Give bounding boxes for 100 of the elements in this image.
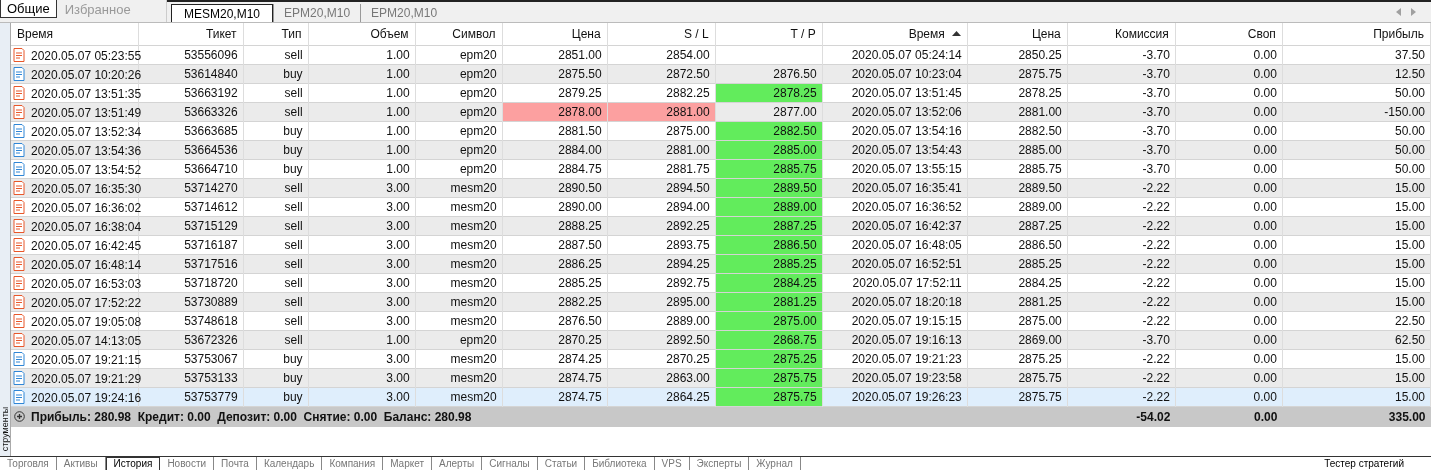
table-cell: 1.00 — [386, 333, 410, 347]
table-cell: -3.70 — [1142, 162, 1170, 176]
table-cell: 2878.25 — [773, 86, 817, 100]
table-cell: 2887.50 — [558, 238, 602, 252]
table-cell: 2020.05.07 19:21:23 — [851, 352, 962, 366]
strategy-tester-tab[interactable]: Тестер стратегий — [1317, 457, 1411, 470]
table-cell: 2020.05.07 19:21:29 — [31, 371, 142, 386]
column-header[interactable]: Комиссия — [1067, 23, 1176, 46]
column-header[interactable]: Цена — [967, 23, 1068, 46]
table-cell: 50.00 — [1394, 162, 1425, 176]
bottom-tab[interactable]: Алерты — [432, 457, 483, 470]
table-row[interactable]: 2020.05.07 16:48:14 53717516 sell 3.00 mesm20 2886.25 2894.25 2885.25 2020.05.07 16:52:51 2885.25 -2.22 0.00 15.00 — [11, 254, 1431, 274]
table-cell: -2.22 — [1142, 295, 1170, 309]
document-icon — [13, 294, 25, 309]
panel-tab[interactable]: Общие — [0, 0, 57, 18]
table-cell: mesm20 — [450, 238, 497, 252]
table-cell: 2020.05.07 16:35:41 — [851, 181, 962, 195]
table-cell: 2875.00 — [666, 124, 710, 138]
table-row[interactable]: 2020.05.07 13:54:36 53664536 buy 1.00 epm20 2884.00 2881.00 2885.00 2020.05.07 13:54:43 2885.00 -3.70 0.00 50.00 — [11, 140, 1431, 160]
table-cell: 15.00 — [1394, 200, 1425, 214]
bottom-tab[interactable]: VPS — [654, 457, 690, 470]
table-cell: 1.00 — [386, 105, 410, 119]
table-cell: 2876.50 — [558, 314, 602, 328]
table-cell: 0.00 — [1253, 295, 1277, 309]
column-header[interactable]: S / L — [607, 23, 716, 46]
bottom-tab[interactable]: Торговля — [0, 457, 57, 470]
table-cell: -3.70 — [1142, 48, 1170, 62]
table-cell: 53718720 — [184, 276, 238, 290]
table-cell: 3.00 — [386, 181, 410, 195]
scroll-left-icon[interactable] — [1396, 8, 1402, 16]
table-cell: 0.00 — [1253, 105, 1277, 119]
table-cell: 2020.05.07 18:20:18 — [851, 295, 962, 309]
table-cell: -2.22 — [1142, 238, 1170, 252]
table-row[interactable]: 2020.05.07 19:21:29 53753133 buy 3.00 mesm20 2874.75 2863.00 2875.75 2020.05.07 19:23:58 2875.75 -2.22 0.00 15.00 — [11, 368, 1431, 388]
bottom-tab[interactable]: Компания — [322, 457, 384, 470]
bottom-tab[interactable]: Журнал — [749, 457, 801, 470]
table-cell: 15.00 — [1394, 352, 1425, 366]
column-header[interactable]: Своп — [1175, 23, 1283, 46]
table-cell: 53730889 — [184, 295, 238, 309]
column-header[interactable]: Время — [11, 23, 139, 46]
table-row[interactable]: 2020.05.07 16:35:30 53714270 sell 3.00 mesm20 2890.50 2894.50 2889.50 2020.05.07 16:35:41 2889.50 -2.22 0.00 15.00 — [11, 178, 1431, 198]
column-header[interactable]: Время — [822, 23, 968, 46]
table-cell: 2894.25 — [666, 257, 710, 271]
table-cell: -2.22 — [1142, 181, 1170, 195]
table-row[interactable]: 2020.05.07 16:38:04 53715129 sell 3.00 mesm20 2888.25 2892.25 2887.25 2020.05.07 16:42:37 2887.25 -2.22 0.00 15.00 — [11, 216, 1431, 236]
table-cell: 2890.50 — [558, 181, 602, 195]
column-header[interactable]: Тип — [243, 23, 309, 46]
column-header[interactable]: T / P — [715, 23, 823, 46]
table-cell: 2885.25 — [558, 276, 602, 290]
table-cell: 0.00 — [1253, 314, 1277, 328]
table-cell: 0.00 — [1253, 238, 1277, 252]
chart-tab[interactable]: EPM20,M10 — [273, 4, 361, 22]
table-cell: 2870.25 — [558, 333, 602, 347]
table-cell: 2020.05.07 05:23:55 — [31, 48, 142, 63]
table-cell: 3.00 — [386, 390, 410, 404]
document-icon — [13, 218, 25, 233]
table-cell: 2879.25 — [558, 86, 602, 100]
table-cell: sell — [284, 257, 303, 271]
expand-icon — [14, 411, 25, 422]
bottom-tab[interactable]: Активы — [56, 457, 106, 470]
bottom-tab[interactable]: Маркет — [383, 457, 432, 470]
table-cell: sell — [284, 48, 303, 62]
table-cell: 53716187 — [184, 238, 238, 252]
column-header[interactable]: Цена — [502, 23, 608, 46]
chart-tab[interactable]: MESM20,M10 — [171, 4, 274, 22]
table-cell: 2875.00 — [773, 314, 817, 328]
bottom-tab[interactable]: Библиотека — [585, 457, 655, 470]
bottom-tab[interactable]: Почта — [214, 457, 257, 470]
table-cell: 2020.05.07 05:24:14 — [851, 48, 962, 62]
table-row[interactable]: 2020.05.07 10:20:26 53614840 buy 1.00 epm20 2875.50 2872.50 2876.50 2020.05.07 10:23:04 2875.75 -3.70 0.00 12.50 — [11, 64, 1431, 84]
document-icon — [13, 47, 25, 62]
scroll-right-icon[interactable] — [1411, 8, 1417, 16]
table-cell: 0.00 — [1253, 276, 1277, 290]
column-header[interactable]: Символ — [415, 23, 503, 46]
table-cell: -3.70 — [1142, 333, 1170, 347]
table-cell: 2881.00 — [666, 105, 710, 119]
bottom-tab[interactable]: Сигналы — [482, 457, 538, 470]
table-row[interactable]: 2020.05.07 19:24:16 53753779 buy 3.00 mesm20 2874.75 2864.25 2875.75 2020.05.07 19:26:23 2875.75 -2.22 0.00 15.00 — [11, 387, 1431, 407]
table-cell: 1.00 — [386, 67, 410, 81]
table-row[interactable]: 2020.05.07 14:13:05 53672326 sell 1.00 epm20 2870.25 2892.50 2868.75 2020.05.07 19:16:13 2869.00 -3.70 0.00 62.50 — [11, 330, 1431, 350]
bottom-tab[interactable]: Календарь — [256, 457, 323, 470]
table-cell: 2020.05.07 19:16:13 — [851, 333, 962, 347]
bottom-tab[interactable]: Новости — [160, 457, 215, 470]
table-row[interactable]: 2020.05.07 17:52:22 53730889 sell 3.00 mesm20 2882.25 2895.00 2881.25 2020.05.07 18:20:18 2881.25 -2.22 0.00 15.00 — [11, 292, 1431, 312]
chart-tab[interactable]: EPM20,M10 — [360, 4, 448, 22]
column-header[interactable]: Прибыль — [1282, 23, 1431, 46]
table-cell: 2875.00 — [1018, 314, 1062, 328]
table-row[interactable]: 2020.05.07 13:51:49 53663326 sell 1.00 epm20 2878.00 2881.00 2877.00 2020.05.07 13:52:06 2881.00 -3.70 0.00 -150.00 — [11, 102, 1431, 122]
column-header[interactable]: Тикет — [138, 23, 244, 46]
column-header[interactable]: Объем — [308, 23, 416, 46]
bottom-tab[interactable]: История — [105, 457, 161, 470]
bottom-tab[interactable]: Эксперты — [689, 457, 750, 470]
table-cell: 2881.25 — [1018, 295, 1062, 309]
table-cell: 1.00 — [386, 124, 410, 138]
side-panel-title[interactable]: струменты — [0, 406, 10, 452]
table-cell: 2020.05.07 16:36:52 — [851, 200, 962, 214]
table-cell: 2020.05.07 13:54:43 — [851, 143, 962, 157]
table-cell: 2884.00 — [558, 143, 602, 157]
bottom-tab[interactable]: Статьи — [537, 457, 586, 470]
document-icon — [13, 161, 25, 176]
